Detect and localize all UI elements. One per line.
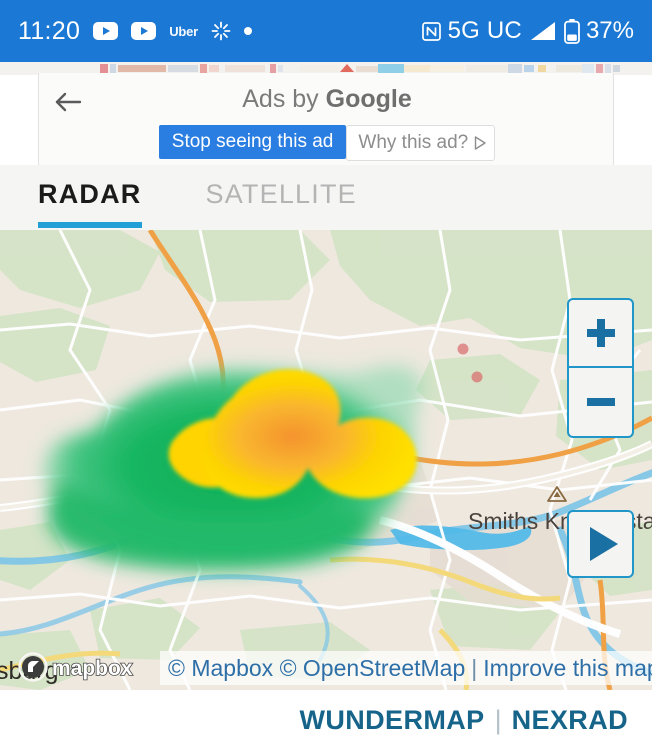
play-icon [589, 527, 618, 561]
tab-active-underline [38, 222, 142, 228]
ad-panel: Ads by Google Stop seeing this ad Why th… [38, 73, 614, 165]
signal-icon [529, 21, 557, 41]
ads-by-google-label: Ads by Google [39, 85, 615, 114]
tab-radar-label: RADAR [38, 179, 142, 209]
attribution-separator: | [471, 654, 478, 681]
zoom-out-button[interactable] [569, 368, 632, 436]
status-clock: 11:20 [18, 16, 81, 45]
ad-buttons: Stop seeing this ad Why this ad? [39, 125, 615, 161]
tab-satellite[interactable]: SATELLITE [206, 165, 357, 230]
footer-separator: | [494, 704, 502, 735]
dot-icon [244, 27, 253, 35]
map-attribution: © Mapbox © OpenStreetMap | Improve this … [160, 651, 652, 685]
zoom-controls [567, 298, 634, 438]
why-this-ad-label: Why this ad? [358, 132, 469, 153]
ads-by-label: Ads by [242, 85, 326, 113]
plus-icon [586, 319, 615, 347]
battery-percent-label: 37% [585, 17, 634, 44]
weather-station-dot [471, 371, 483, 383]
mapbox-logo-text: mapbox [52, 657, 133, 680]
network-type-label: 5G UC [447, 17, 522, 44]
tab-radar[interactable]: RADAR [38, 165, 142, 230]
youtube-icon [131, 22, 157, 40]
google-brand-label: Google [325, 85, 412, 113]
footer: WUNDERMAP | NEXRAD [0, 690, 652, 750]
map-base-layer [0, 230, 652, 690]
sparkle-icon [211, 21, 231, 41]
uber-icon: Uber [169, 23, 199, 39]
nfc-icon [421, 21, 441, 41]
weather-station-dot [457, 343, 469, 355]
battery-icon [564, 18, 580, 44]
stop-seeing-this-ad-button[interactable]: Stop seeing this ad [158, 125, 347, 159]
zoom-in-button[interactable] [569, 300, 632, 368]
map-type-tabbar: RADAR SATELLITE [0, 165, 652, 230]
attribution-mapbox-link[interactable]: © Mapbox [168, 655, 273, 682]
minus-icon [586, 398, 615, 406]
status-bar-left: 11:20 Uber [18, 16, 253, 46]
radar-play-button[interactable] [567, 510, 634, 578]
adchoices-icon [474, 135, 486, 150]
youtube-icon [93, 22, 119, 40]
mountain-peak-icon [546, 485, 568, 508]
why-this-ad-button[interactable]: Why this ad? [346, 125, 496, 161]
status-bar-right: 5G UC 37% [421, 17, 634, 45]
wundermap-link[interactable]: WUNDERMAP [299, 705, 484, 736]
mapbox-logo[interactable]: mapbox [18, 652, 148, 682]
nexrad-link[interactable]: NEXRAD [512, 705, 628, 736]
attribution-osm-link[interactable]: © OpenStreetMap [280, 655, 466, 682]
status-bar: 11:20 Uber 5G UC 37% [0, 0, 652, 62]
attribution-improve-link[interactable]: Improve this map [483, 655, 652, 682]
radar-map[interactable]: Smiths Knob Vista sburg Williamsport Mon… [0, 230, 652, 690]
tab-satellite-label: SATELLITE [205, 179, 357, 209]
